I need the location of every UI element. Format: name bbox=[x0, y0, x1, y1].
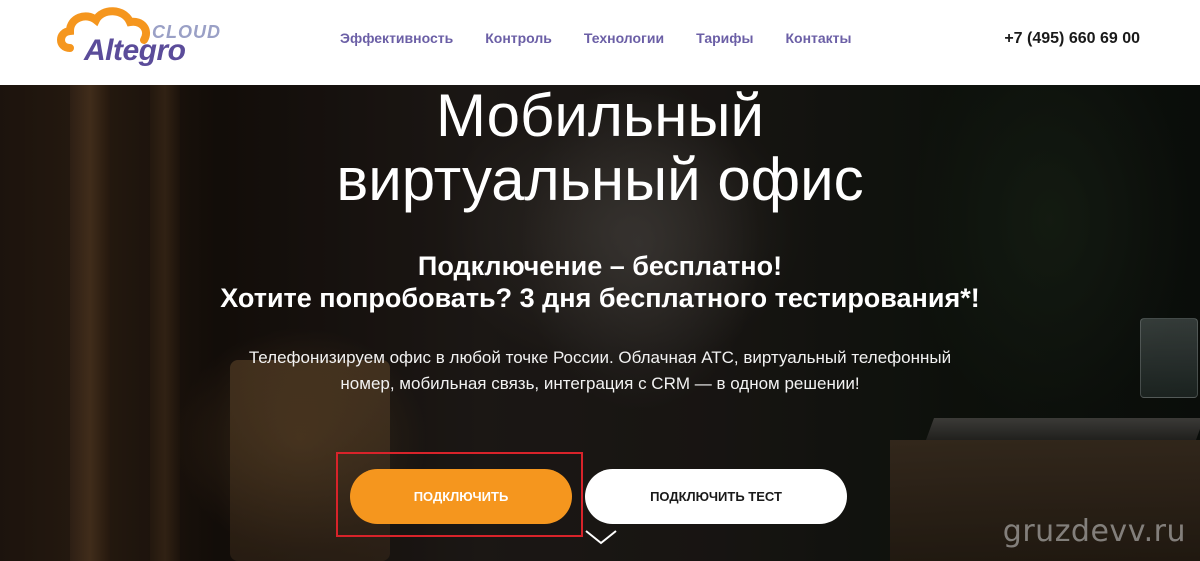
hero-subtitle-line: Хотите попробовать? 3 дня бесплатного те… bbox=[220, 283, 980, 313]
hero-subtitle: Подключение – бесплатно! Хотите попробов… bbox=[0, 250, 1200, 314]
hero-description-line: Телефонизируем офис в любой точке России… bbox=[248, 348, 952, 367]
hero-title-line: виртуальный офис bbox=[336, 146, 864, 213]
nav-item-control[interactable]: Контроль bbox=[485, 30, 552, 46]
hero-subtitle-line: Подключение – бесплатно! bbox=[417, 251, 783, 281]
site-logo[interactable]: CLOUD Altegro bbox=[56, 4, 236, 70]
chevron-down-icon[interactable] bbox=[584, 528, 618, 546]
hero-description-line: номер, мобильная связь, интеграция с CRM… bbox=[340, 374, 860, 393]
nav-item-efficiency[interactable]: Эффективность bbox=[340, 30, 453, 46]
nav-item-tariffs[interactable]: Тарифы bbox=[696, 30, 753, 46]
hero-title: Мобильный виртуальный офис bbox=[0, 84, 1200, 212]
hero-description: Телефонизируем офис в любой точке России… bbox=[160, 345, 1040, 397]
nav-item-technologies[interactable]: Технологии bbox=[584, 30, 664, 46]
nav-item-contacts[interactable]: Контакты bbox=[785, 30, 851, 46]
site-header: CLOUD Altegro Эффективность Контроль Тех… bbox=[0, 0, 1200, 85]
main-nav: Эффективность Контроль Технологии Тарифы… bbox=[340, 30, 851, 46]
phone-number[interactable]: +7 (495) 660 69 00 bbox=[1004, 30, 1140, 48]
watermark: gruzdevv.ru bbox=[1002, 514, 1186, 549]
hero-title-line: Мобильный bbox=[436, 82, 764, 149]
connect-test-button[interactable]: ПОДКЛЮЧИТЬ ТЕСТ bbox=[585, 469, 847, 524]
logo-brand-text: Altegro bbox=[84, 34, 186, 67]
connect-button[interactable]: ПОДКЛЮЧИТЬ bbox=[350, 469, 572, 524]
